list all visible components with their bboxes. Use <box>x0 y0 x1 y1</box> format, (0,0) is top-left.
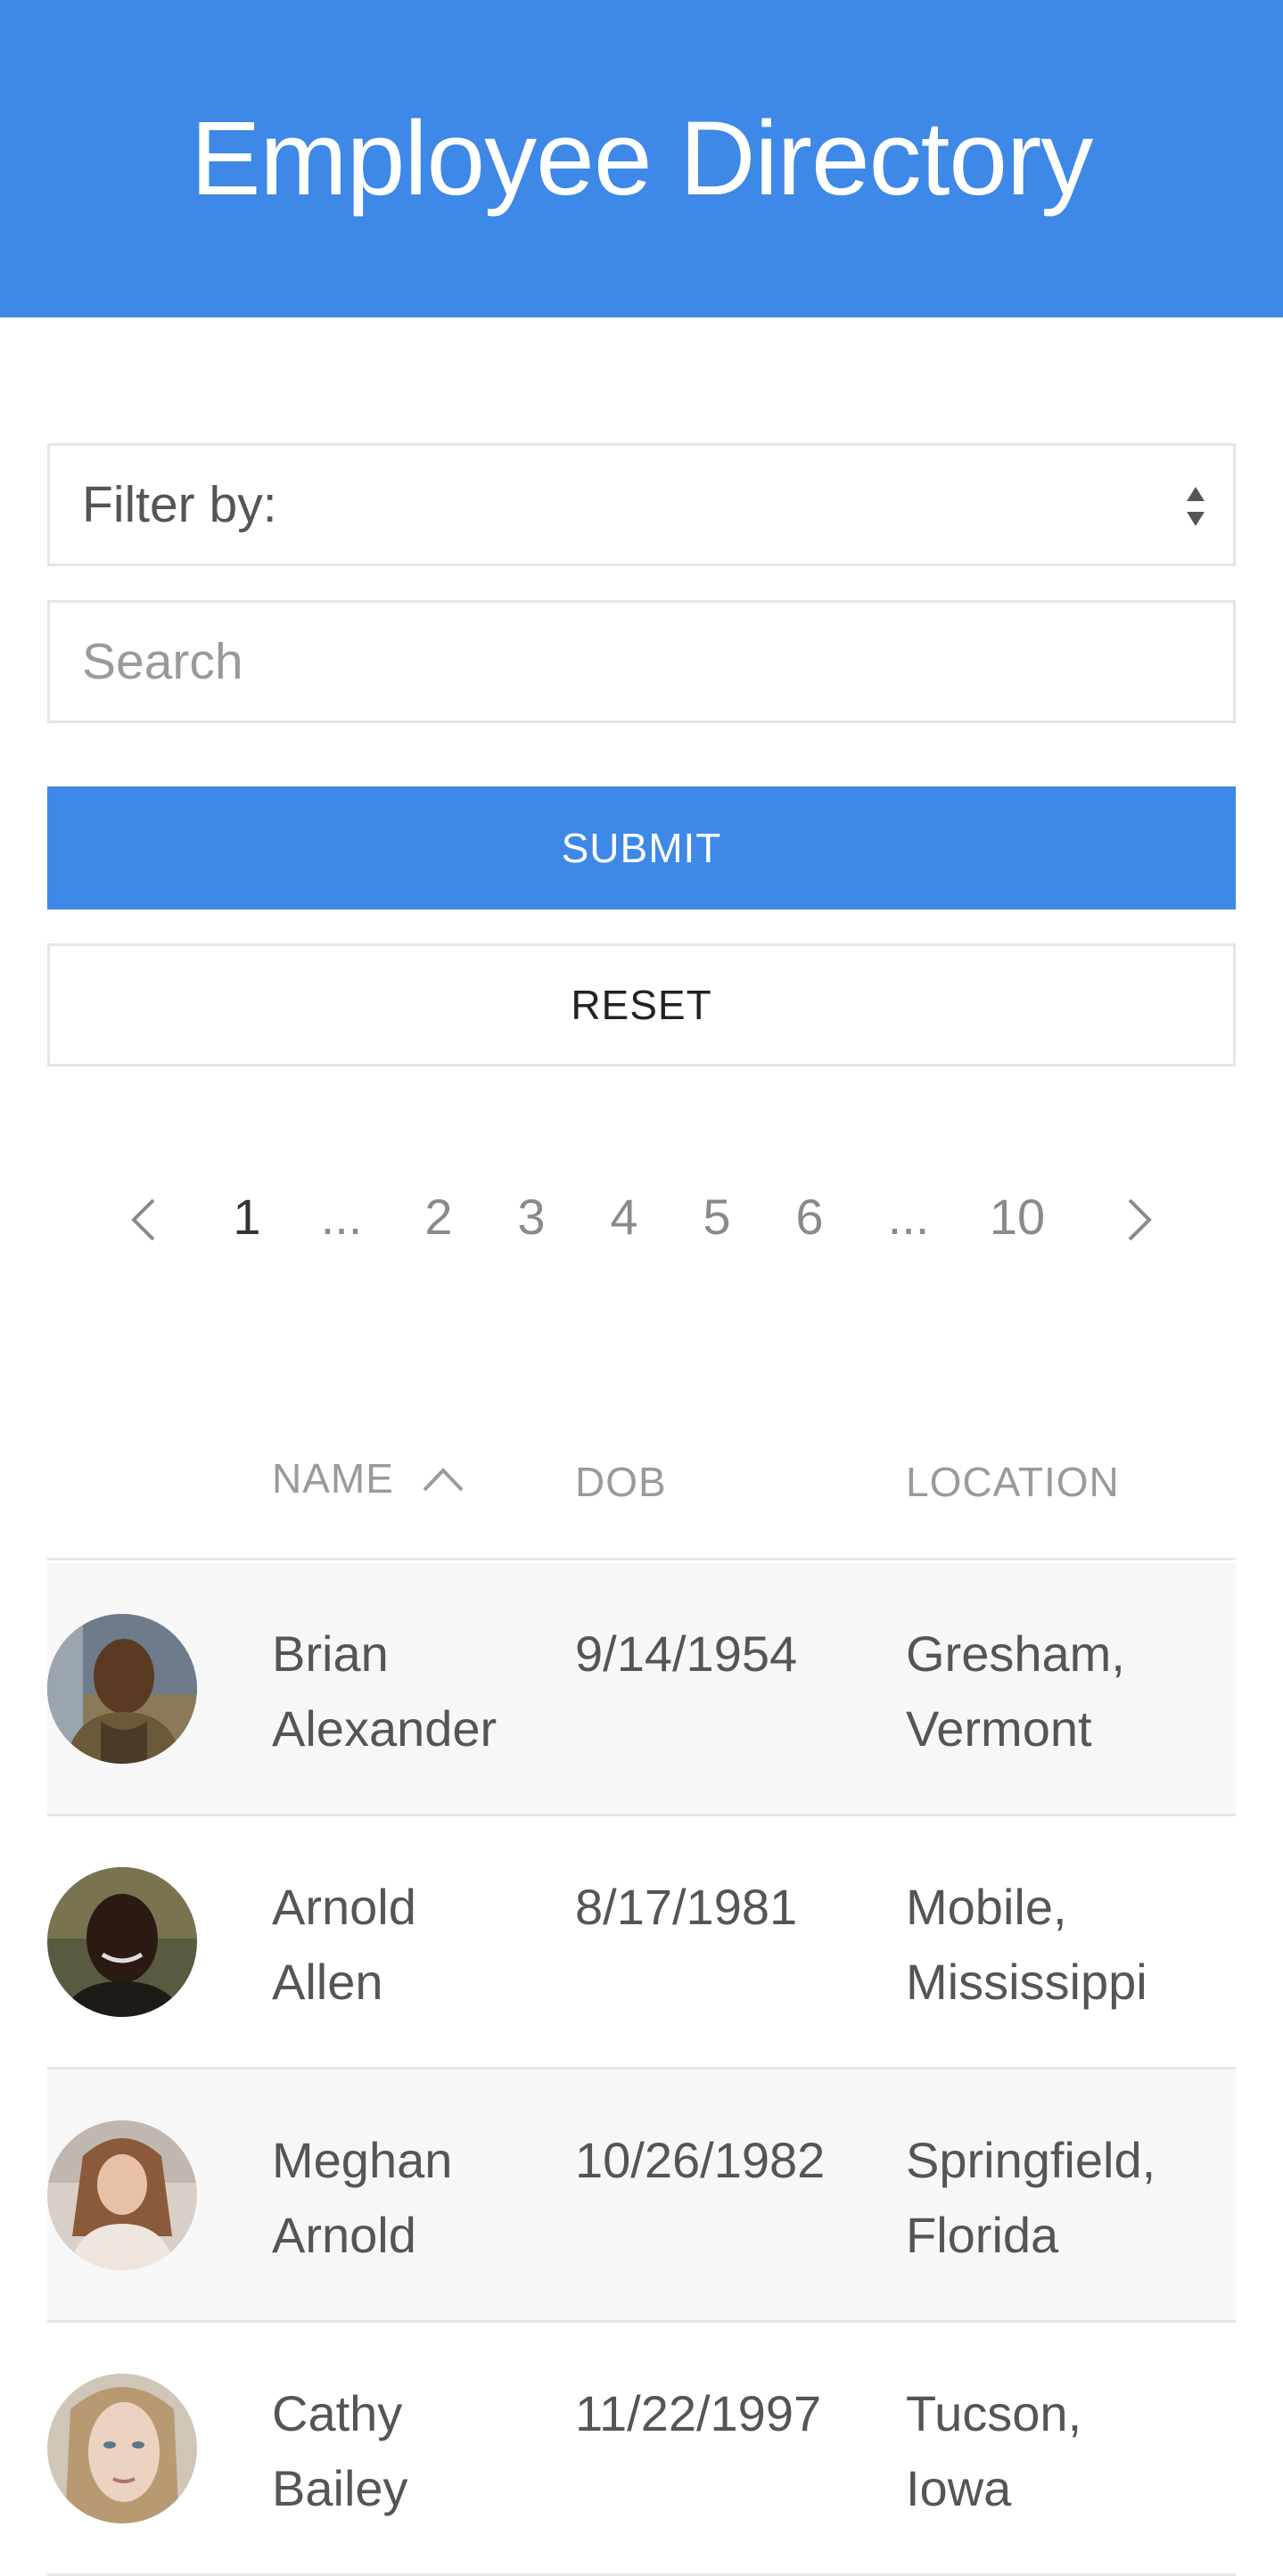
last-name: Arnold <box>272 2207 416 2263</box>
sort-ascending-icon[interactable] <box>422 1466 465 1493</box>
location-state: Mississippi <box>906 1954 1147 2010</box>
location-city: Mobile, <box>906 1879 1067 1935</box>
column-header-location[interactable]: LOCATION <box>906 1455 1120 1509</box>
first-name: Meghan <box>272 2132 453 2188</box>
column-header-name[interactable]: NAME <box>272 1452 394 1505</box>
last-name: Alexander <box>272 1700 498 1757</box>
search-input[interactable] <box>82 632 1233 691</box>
search-field[interactable] <box>47 600 1236 723</box>
employee-dob: 8/17/1981 <box>575 1879 798 1935</box>
page-ellipsis: ... <box>320 1189 363 1245</box>
select-arrows-icon <box>1187 487 1205 526</box>
table-header: NAME DOB LOCATION <box>47 1427 1236 1560</box>
location-state: Vermont <box>906 1700 1092 1757</box>
employee-location: Springfield, Florida <box>906 2123 1236 2273</box>
employee-dob: 10/26/1982 <box>575 2132 826 2188</box>
page-ellipsis: ... <box>887 1189 930 1245</box>
page-link-3[interactable]: 3 <box>517 1177 545 1257</box>
page-link-2[interactable]: 2 <box>424 1177 452 1257</box>
employee-name: Cathy Bailey <box>272 2376 557 2526</box>
employee-name: Arnold Allen <box>272 1870 557 2020</box>
filter-select[interactable]: Filter by: <box>47 443 1236 566</box>
page-link-6[interactable]: 6 <box>795 1177 823 1257</box>
employee-name: Brian Alexander <box>272 1617 557 1766</box>
submit-button[interactable]: SUBMIT <box>47 786 1236 909</box>
page-link-4[interactable]: 4 <box>610 1177 637 1257</box>
employee-location: Gresham, Vermont <box>906 1617 1236 1766</box>
first-name: Cathy <box>272 2385 403 2441</box>
avatar <box>47 2374 197 2523</box>
location-city: Springfield, <box>906 2132 1156 2188</box>
location-state: Iowa <box>906 2460 1012 2516</box>
avatar <box>47 1867 197 2017</box>
employee-dob: 11/22/1997 <box>575 2385 822 2441</box>
filter-select-label: Filter by: <box>82 476 277 533</box>
last-name: Allen <box>272 1954 383 2010</box>
page-link-10[interactable]: 10 <box>990 1177 1045 1257</box>
table-row: Brian Alexander 9/14/1954 Gresham, Vermo… <box>47 1563 1236 1816</box>
reset-button[interactable]: RESET <box>47 943 1236 1066</box>
employee-dob: 9/14/1954 <box>575 1625 798 1682</box>
column-header-dob[interactable]: DOB <box>575 1455 667 1509</box>
location-city: Tucson, <box>906 2385 1082 2441</box>
chevron-left-icon[interactable] <box>127 1197 162 1243</box>
last-name: Bailey <box>272 2460 408 2516</box>
avatar <box>47 1614 197 1764</box>
employee-location: Tucson, Iowa <box>906 2376 1236 2526</box>
table-row: Cathy Bailey 11/22/1997 Tucson, Iowa <box>47 2323 1236 2576</box>
location-state: Florida <box>906 2207 1059 2263</box>
employee-location: Mobile, Mississippi <box>906 1870 1236 2020</box>
page-title: Employee Directory <box>190 100 1094 218</box>
first-name: Brian <box>272 1625 389 1682</box>
table-row: Arnold Allen 8/17/1981 Mobile, Mississip… <box>47 1816 1236 2070</box>
location-city: Gresham, <box>906 1625 1125 1682</box>
page-header: Employee Directory <box>0 0 1283 317</box>
chevron-right-icon[interactable] <box>1121 1197 1156 1243</box>
page-link-1[interactable]: 1 <box>233 1177 260 1257</box>
page-link-5[interactable]: 5 <box>703 1177 730 1257</box>
pagination: 1 ... 2 3 4 5 6 ... 10 <box>0 1177 1283 1257</box>
first-name: Arnold <box>272 1879 416 1935</box>
employee-name: Meghan Arnold <box>272 2123 557 2273</box>
avatar <box>47 2120 197 2270</box>
table-row: Meghan Arnold 10/26/1982 Springfield, Fl… <box>47 2070 1236 2323</box>
